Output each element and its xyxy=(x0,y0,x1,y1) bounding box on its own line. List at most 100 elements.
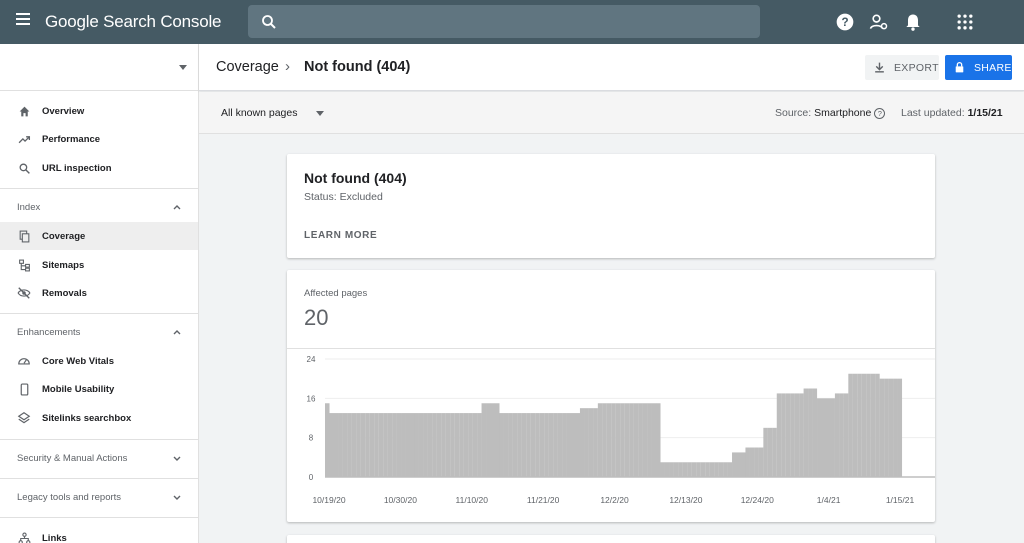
hamburger-menu-icon[interactable] xyxy=(16,13,34,31)
sidebar-item-coverage[interactable]: Coverage xyxy=(0,222,198,250)
section-header-index[interactable]: Index xyxy=(0,189,198,225)
share-button[interactable]: SHARE xyxy=(945,55,1012,80)
chart-bar xyxy=(369,413,375,477)
chart-bar xyxy=(347,413,352,477)
chart-bar xyxy=(401,413,406,477)
sidebar-item-url-inspection[interactable]: URL inspection xyxy=(0,154,198,182)
sidebar-item-sitemaps[interactable]: Sitemaps xyxy=(0,251,198,279)
section-title: Enhancements xyxy=(17,326,81,338)
chart-bar xyxy=(477,413,482,477)
y-tick-label: 8 xyxy=(309,434,314,443)
sidebar-item-core-web-vitals[interactable]: Core Web Vitals xyxy=(0,347,198,375)
section-header-legacy-tools[interactable]: Legacy tools and reports xyxy=(0,479,198,515)
chart-bar xyxy=(834,393,840,477)
chart-bar xyxy=(736,452,742,477)
chart-bar xyxy=(624,403,630,477)
chart-bar xyxy=(530,413,536,477)
share-label: SHARE xyxy=(974,61,1012,74)
chart-bar xyxy=(427,413,433,477)
learn-more-link[interactable]: LEARN MORE xyxy=(304,230,377,241)
chart-bar xyxy=(436,413,442,477)
chart-bar xyxy=(866,373,871,477)
chart-bar xyxy=(660,462,665,477)
help-circle-icon[interactable]: ? xyxy=(874,108,886,119)
chart-bar xyxy=(481,403,487,477)
section-header-security[interactable]: Security & Manual Actions xyxy=(0,440,198,476)
chart-bar xyxy=(803,388,809,477)
source-label: Source: xyxy=(775,107,812,119)
sidebar-item-performance[interactable]: Performance xyxy=(0,125,198,153)
chart-bar xyxy=(705,462,710,477)
chart-bar xyxy=(418,413,424,477)
chevron-down-icon xyxy=(173,456,181,461)
sidebar-item-overview[interactable]: Overview xyxy=(0,97,198,125)
lock-icon xyxy=(955,61,964,73)
chart-bar xyxy=(794,393,800,477)
chart-bar xyxy=(758,447,764,477)
section-title: Security & Manual Actions xyxy=(17,452,128,464)
x-tick-label: 1/4/21 xyxy=(817,495,841,505)
chart-bar xyxy=(830,398,835,477)
chart-bar xyxy=(396,413,402,477)
chevron-down-icon xyxy=(173,495,181,500)
chart-bar xyxy=(597,403,603,477)
chart-bar xyxy=(709,462,715,477)
chart-bar xyxy=(700,462,706,477)
property-selector[interactable] xyxy=(0,44,198,91)
sidebar-item-removals[interactable]: Removals xyxy=(0,279,198,307)
source-value: Smartphone xyxy=(814,107,872,119)
chevron-down-icon[interactable] xyxy=(316,111,324,116)
chart-bar xyxy=(378,413,384,477)
x-tick-label: 12/24/20 xyxy=(741,495,774,505)
pages-filter-dropdown[interactable]: All known pages xyxy=(221,107,297,119)
chart-bar xyxy=(494,403,500,477)
sidebar: Overview Performance URL inspection Inde… xyxy=(0,44,199,543)
manage-users-icon[interactable] xyxy=(869,12,889,32)
chart-bar xyxy=(714,462,719,477)
chart-bar xyxy=(557,413,563,477)
notifications-icon[interactable] xyxy=(903,12,923,32)
search-input[interactable] xyxy=(248,5,760,38)
app-title: Google Search Console xyxy=(45,12,222,31)
sitemap-icon xyxy=(17,258,31,272)
chart-bar xyxy=(839,393,844,477)
chart-bar xyxy=(521,413,527,477)
chart-bar xyxy=(392,413,397,477)
chart-bar xyxy=(897,378,903,477)
y-tick-label: 16 xyxy=(307,394,316,403)
chart-bar xyxy=(825,398,831,477)
sidebar-item-links[interactable]: Links xyxy=(0,524,198,543)
chart-bar xyxy=(888,378,894,477)
breadcrumb-parent[interactable]: Coverage xyxy=(216,59,279,75)
chart-bar xyxy=(593,408,598,477)
chart-bar xyxy=(342,413,348,477)
chart-bar xyxy=(329,413,334,477)
trending-up-icon xyxy=(17,132,31,146)
phone-icon xyxy=(17,382,31,396)
page-title: Not found (404) xyxy=(304,59,411,75)
apps-grid-icon[interactable] xyxy=(955,12,975,32)
chart-bar xyxy=(383,413,388,477)
chart-bar xyxy=(454,413,460,477)
chart-bar xyxy=(544,413,549,477)
help-icon[interactable]: ? xyxy=(835,12,855,32)
sidebar-item-sitelinks-searchbox[interactable]: Sitelinks searchbox xyxy=(0,404,198,432)
chart-bar xyxy=(718,462,724,477)
page-header: Coverage › Not found (404) EXPORT SHARE xyxy=(199,44,1024,91)
divider xyxy=(0,517,198,518)
chart-bar xyxy=(445,413,451,477)
sidebar-item-label: URL inspection xyxy=(42,162,112,174)
chart-bar xyxy=(517,413,522,477)
export-button[interactable]: EXPORT xyxy=(865,55,939,80)
section-title: Index xyxy=(17,201,41,213)
chart-bar xyxy=(790,393,795,477)
chart-bar xyxy=(629,403,634,477)
section-header-enhancements[interactable]: Enhancements xyxy=(0,314,198,350)
chart-bar xyxy=(763,427,768,477)
links-icon xyxy=(17,531,31,543)
chart-bar xyxy=(633,403,639,477)
chart-bar xyxy=(606,403,612,477)
sidebar-item-mobile-usability[interactable]: Mobile Usability xyxy=(0,375,198,403)
chart-bar xyxy=(696,462,701,477)
sidebar-item-label: Mobile Usability xyxy=(42,383,115,395)
